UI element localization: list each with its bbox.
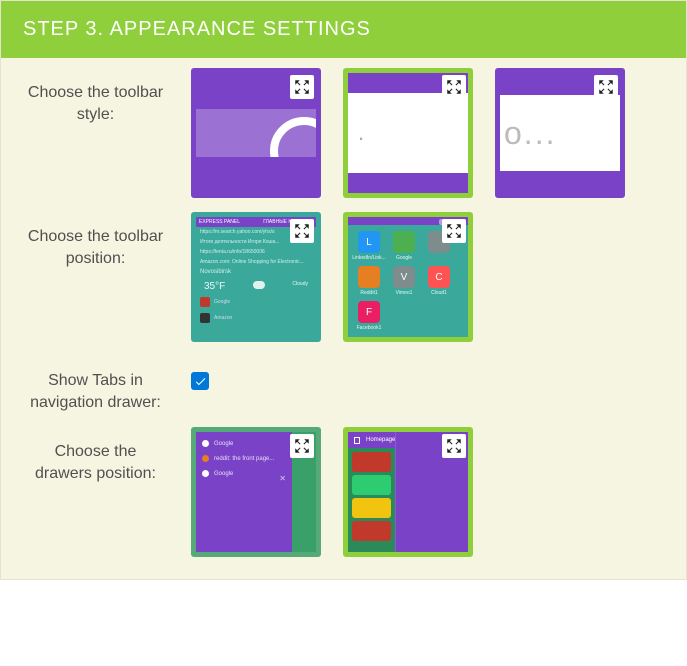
label-show-tabs: Show Tabs in navigation drawer: [1, 356, 176, 413]
drawer-item: Google [214, 441, 233, 447]
chip-label: Amazon [214, 315, 232, 321]
thumb-line: https://lenta.ru/info/18650006 [196, 247, 316, 257]
expand-icon[interactable] [290, 434, 314, 458]
bullet-icon [202, 470, 209, 477]
chip-icon [200, 297, 210, 307]
thumb-city: Novosibirsk [196, 267, 316, 277]
chip-icon [200, 313, 210, 323]
drawer-item: Google [214, 471, 233, 477]
toolbar-style-option-1[interactable] [191, 68, 321, 198]
options-toolbar-style: . o... [176, 68, 686, 198]
expand-icon[interactable] [594, 75, 618, 99]
row-toolbar-position: Choose the toolbar position: EXPRESS PAN… [1, 202, 686, 346]
tile-glyph: F [358, 301, 380, 323]
card-icon [352, 498, 391, 518]
tile-label: Facebook1 [357, 325, 382, 331]
thumb-header-left: EXPRESS PANEL [199, 219, 240, 225]
tile-icon [358, 266, 380, 288]
expand-icon[interactable] [442, 75, 466, 99]
document-icon [354, 437, 360, 444]
cloud-icon [253, 281, 265, 289]
drawer-title: Homepage [366, 437, 395, 443]
options-drawer-position: Google reddit: the front page... Google … [176, 427, 686, 557]
tile-glyph: V [393, 266, 415, 288]
toolbar-position-option-2[interactable]: L LinkedIn/Link... Google Reddit1 V Vimeo1… [343, 212, 473, 342]
row-drawer-position: Choose the drawers position: Google redd… [1, 417, 686, 579]
card-icon [352, 521, 391, 541]
tile-label: Vimeo1 [396, 290, 413, 296]
bullet-icon [202, 440, 209, 447]
thumb-line: Amazon.com: Online Shopping for Electron… [196, 257, 316, 267]
panel-header: STEP 3. APPEARANCE SETTINGS [1, 1, 686, 58]
tile-label: LinkedIn/Link... [352, 255, 386, 261]
label-drawer-position: Choose the drawers position: [1, 427, 176, 484]
appearance-settings-panel: STEP 3. APPEARANCE SETTINGS Choose the t… [0, 0, 687, 580]
expand-icon[interactable] [290, 219, 314, 243]
drawer-item: reddit: the front page... [214, 456, 274, 462]
close-icon: ✕ [279, 474, 286, 483]
label-toolbar-position: Choose the toolbar position: [1, 212, 176, 269]
tile-label: Reddit1 [360, 290, 377, 296]
expand-icon[interactable] [290, 75, 314, 99]
options-toolbar-position: EXPRESS PANEL ГЛАВНЫЕ НОВОСТИ https://m.… [176, 212, 686, 342]
row-show-tabs: Show Tabs in navigation drawer: [1, 346, 686, 417]
bullet-icon [202, 455, 209, 462]
tile-label: Cloud1 [431, 290, 447, 296]
tile-label: Google [396, 255, 412, 261]
thumb-temp: 35°F [204, 281, 225, 292]
tile-glyph: C [428, 266, 450, 288]
toolbar-style-option-2[interactable]: . [343, 68, 473, 198]
thumb-cond: Cloudy [292, 281, 308, 292]
drawer-position-option-2[interactable]: Homepage [343, 427, 473, 557]
panel-title: STEP 3. APPEARANCE SETTINGS [23, 18, 371, 40]
card-icon [352, 475, 391, 495]
row-toolbar-style: Choose the toolbar style: . [1, 58, 686, 202]
card-icon [352, 452, 391, 472]
tile-icon [393, 231, 415, 253]
sample-text: o... [504, 115, 556, 152]
label-toolbar-style: Choose the toolbar style: [1, 68, 176, 125]
toolbar-position-option-1[interactable]: EXPRESS PANEL ГЛАВНЫЕ НОВОСТИ https://m.… [191, 212, 321, 342]
chip-label: Google [214, 299, 230, 305]
drawer-position-option-1[interactable]: Google reddit: the front page... Google … [191, 427, 321, 557]
tile-glyph: L [358, 231, 380, 253]
expand-icon[interactable] [442, 434, 466, 458]
toolbar-style-option-3[interactable]: o... [495, 68, 625, 198]
show-tabs-checkbox[interactable] [191, 372, 209, 390]
expand-icon[interactable] [442, 219, 466, 243]
sample-text: . [358, 120, 364, 146]
